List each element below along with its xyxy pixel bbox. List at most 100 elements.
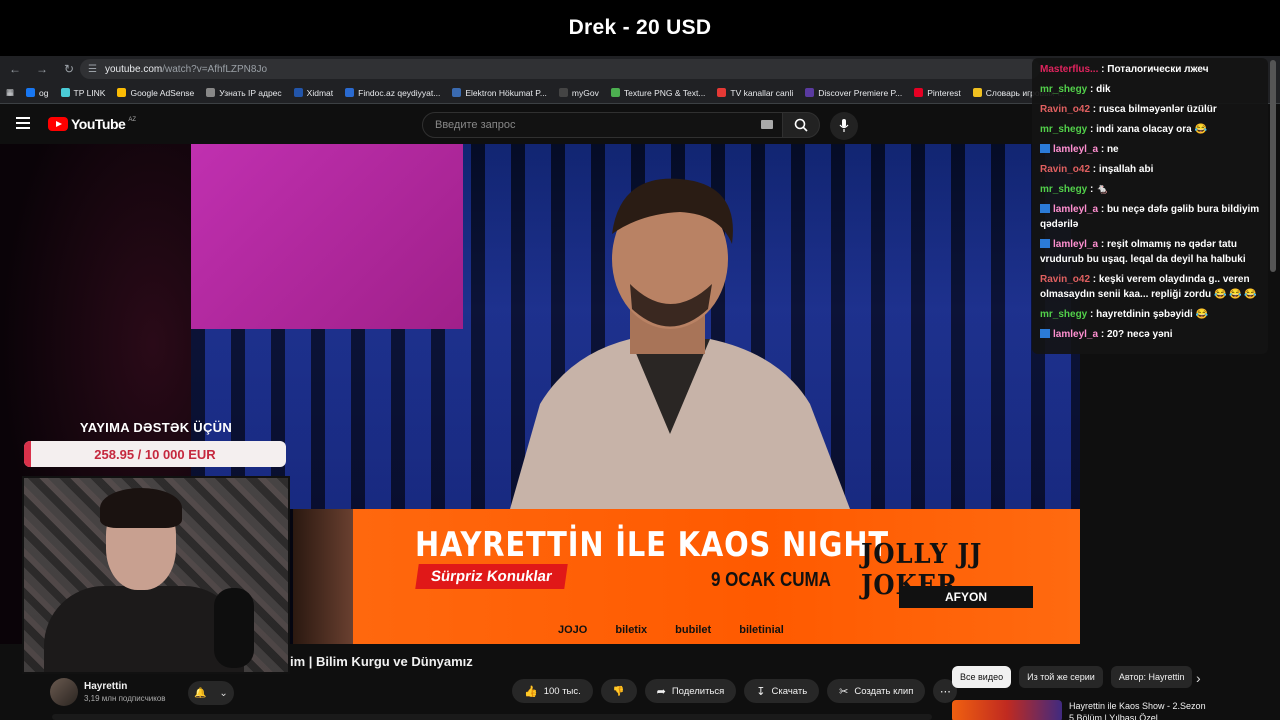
bookmark-favicon-icon — [972, 88, 982, 97]
download-icon: ↧ — [756, 685, 766, 698]
site-info-icon[interactable]: ☰ — [88, 64, 97, 75]
search-input[interactable]: Введите запрос — [422, 112, 784, 138]
microphone-icon — [214, 588, 254, 668]
sponsor-logo: bubilet — [675, 624, 712, 636]
channel-avatar[interactable] — [50, 678, 78, 706]
reload-icon[interactable]: ↻ — [57, 57, 81, 81]
like-button[interactable]: 👍 100 тыс. — [512, 679, 593, 703]
stage-pink-screen — [191, 144, 463, 329]
chat-username: Masterflus... — [1040, 64, 1099, 75]
sponsor-logo: biletix — [615, 624, 648, 636]
chip-author[interactable]: Автор: Hayrettin — [1110, 666, 1193, 688]
share-button[interactable]: ➦ Поделиться — [644, 679, 737, 703]
bookmark-item[interactable]: Elektron Hökumat P... — [452, 88, 547, 98]
bookmark-favicon-icon — [914, 88, 924, 97]
chat-username: Ravin_o42 — [1040, 274, 1091, 285]
chat-message: lamleyl_a : bu neçə dəfə gəlib bura bild… — [1040, 204, 1260, 230]
bookmark-item[interactable]: Findoc.az qeydiyyat... — [345, 88, 440, 98]
banner-title: HAYRETTİN İLE KAOS NIGHT — [415, 525, 889, 565]
bookmark-item[interactable]: Google AdSense — [117, 88, 194, 98]
url-input[interactable]: ☰ youtube.com/watch?v=AfhfLZPN8Jo — [80, 59, 1040, 79]
chat-username: lamleyl_a — [1053, 144, 1099, 155]
chat-message: Ravin_o42 : keşki verem olaydında g.. ve… — [1040, 274, 1257, 300]
back-icon[interactable]: ← — [3, 57, 27, 81]
platform-badge-icon — [1040, 239, 1050, 248]
channel-name[interactable]: Hayrettin — [84, 681, 166, 692]
chat-message: Masterflus... : Поталогически лжеч — [1040, 64, 1209, 75]
streamer-webcam — [22, 476, 290, 674]
notification-bell-button[interactable]: 🔔 ⌄ — [188, 681, 234, 705]
chat-text: Поталогически лжеч — [1107, 64, 1209, 75]
clip-button[interactable]: ✂ Создать клип — [827, 679, 926, 703]
bookmark-item[interactable]: TP LINK — [60, 88, 105, 98]
event-banner: HAYRETTİN İLE KAOS NIGHT Sürpriz Konukla… — [293, 509, 1080, 644]
search-button[interactable] — [782, 112, 820, 138]
thumbs-up-icon: 👍 — [524, 685, 538, 698]
chat-message: Ravin_o42 : inşallah abi — [1040, 164, 1154, 175]
search-icon — [794, 118, 808, 132]
related-filter-chips: Все видео Из той же серии Автор: Hayrett… — [952, 666, 1193, 688]
forward-icon[interactable]: → — [30, 57, 54, 81]
chip-same-series[interactable]: Из той же серии — [1019, 666, 1103, 688]
bookmark-favicon-icon — [805, 88, 815, 97]
streamer-hair — [100, 488, 182, 528]
chat-username: mr_shegy — [1040, 184, 1088, 195]
chat-text: 20? necə yəni — [1106, 329, 1173, 340]
banner-badge: Sürpriz Konuklar — [415, 564, 568, 589]
bookmark-item[interactable]: Xidmat — [293, 88, 333, 98]
bookmark-item[interactable]: myGov — [558, 88, 599, 98]
chat-username: mr_shegy — [1040, 84, 1088, 95]
chat-username: lamleyl_a — [1053, 239, 1099, 250]
recommended-thumbnail[interactable] — [952, 700, 1062, 720]
chat-text: 🐁 — [1096, 184, 1109, 195]
bookmark-favicon-icon — [558, 88, 568, 97]
donation-goal-title: YAYIMA DƏSTƏK ÜÇÜN — [79, 420, 233, 435]
recommended-video[interactable]: Hayrettin ile Kaos Show - 2.Sezon 5.Bölü… — [952, 700, 1209, 720]
stream-donation-title: Drek - 20 USD — [568, 16, 712, 39]
chat-text: ne — [1106, 144, 1119, 155]
download-button[interactable]: ↧ Скачать — [744, 679, 820, 703]
chat-message: mr_shegy : hayretdinin şəbəyidi 😂 — [1040, 309, 1209, 320]
voice-search-button[interactable] — [830, 112, 858, 140]
bookmark-item[interactable]: Texture PNG & Text... — [610, 88, 705, 98]
guest-figure — [510, 178, 850, 509]
apps-icon[interactable]: ▦ — [6, 87, 14, 98]
video-title: im | Bilim Kurgu ve Dünyamız — [290, 654, 473, 669]
bookmark-favicon-icon — [293, 88, 303, 97]
chevron-right-icon[interactable]: › — [1196, 670, 1201, 686]
thumbs-down-icon: 👎 — [612, 685, 625, 697]
bookmark-item[interactable]: Узнать IP адрес — [206, 88, 282, 98]
stream-chat-overlay: Masterflus... : Поталогически лжеч mr_she… — [1032, 58, 1268, 354]
dislike-button[interactable]: 👎 — [600, 679, 637, 703]
video-actions: 👍 100 тыс. 👎 ➦ Поделиться ↧ Скачать ✂ Создат… — [512, 679, 958, 703]
keyboard-icon[interactable] — [761, 120, 773, 129]
donation-progress-text: 258.95 / 10 000 EUR — [94, 446, 216, 462]
comment-box-area — [52, 714, 932, 720]
channel-info[interactable]: Hayrettin 3,19 млн подписчиков — [50, 678, 166, 706]
bookmark-item[interactable]: TV kanallar canli — [717, 88, 793, 98]
bookmark-favicon-icon — [117, 88, 127, 97]
bookmark-favicon-icon — [717, 88, 727, 97]
bookmark-item[interactable]: Discover Premiere P... — [805, 88, 902, 98]
chat-username: Ravin_o42 — [1040, 164, 1091, 175]
chat-text: rusca bilməyənlər üzülür — [1098, 104, 1217, 115]
url-domain: youtube.com — [104, 63, 163, 75]
recommended-title[interactable]: Hayrettin ile Kaos Show - 2.Sezon 5.Bölü… — [1069, 700, 1209, 720]
platform-badge-icon — [1040, 204, 1050, 213]
menu-icon[interactable] — [16, 117, 30, 129]
chevron-down-icon: ⌄ — [219, 687, 228, 699]
chat-scrollbar[interactable] — [1270, 60, 1276, 272]
bookmark-favicon-icon — [206, 88, 216, 97]
bookmark-item[interactable]: og — [26, 88, 49, 98]
chat-username: mr_shegy — [1040, 309, 1088, 320]
bookmark-item[interactable]: Pinterest — [914, 88, 961, 98]
microphone-icon — [839, 119, 849, 132]
donation-progress-bar: 258.95 / 10 000 EUR — [24, 441, 286, 467]
scissors-icon: ✂ — [839, 685, 849, 698]
chat-message: mr_shegy : 🐁 — [1040, 184, 1109, 195]
youtube-logo[interactable]: YouTube AZ — [48, 116, 136, 132]
chat-text: indi xana olacay ora 😂 — [1096, 124, 1207, 135]
chip-all-videos[interactable]: Все видео — [952, 666, 1012, 688]
chat-message: lamleyl_a : reşit olmamış nə qədər tatu … — [1040, 239, 1246, 265]
chat-message: Ravin_o42 : rusca bilməyənlər üzülür — [1040, 104, 1217, 115]
